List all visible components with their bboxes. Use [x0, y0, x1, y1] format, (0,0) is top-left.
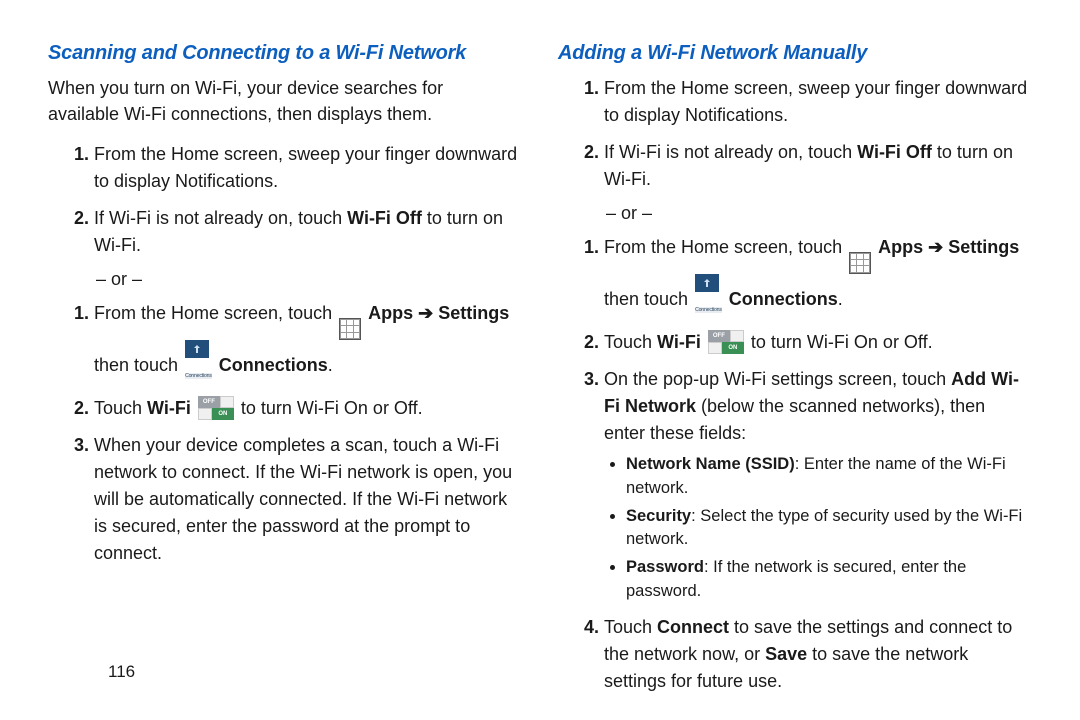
text: .: [838, 289, 843, 309]
step: If Wi-Fi is not already on, touch Wi-Fi …: [94, 205, 518, 259]
bold: Wi-Fi: [147, 398, 191, 418]
wifi-toggle-icon: OFF ON: [198, 396, 234, 420]
text: Touch: [604, 617, 657, 637]
toggle-on-label: ON: [212, 408, 234, 420]
arrow-icon: ➔: [928, 237, 943, 257]
connections-icon: Connections: [185, 340, 212, 385]
bold: Network Name (SSID): [626, 455, 795, 473]
text: If Wi-Fi is not already on, touch: [604, 142, 857, 162]
text: then touch: [604, 289, 693, 309]
connections-icon-label: Connections: [695, 307, 722, 313]
step: From the Home screen, touch Apps ➔ Setti…: [604, 234, 1028, 319]
heading-adding: Adding a Wi-Fi Network Manually: [558, 42, 1028, 65]
right-column: Adding a Wi-Fi Network Manually From the…: [538, 42, 1028, 705]
connections-icon: Connections: [695, 274, 722, 319]
bold: Connections: [219, 355, 328, 375]
bold: Wi-Fi: [657, 332, 701, 352]
left-steps-a: From the Home screen, sweep your finger …: [48, 141, 518, 259]
apps-grid-icon: [339, 306, 361, 340]
bold: Wi-Fi Off: [857, 142, 932, 162]
text: If Wi-Fi is not already on, touch: [94, 208, 347, 228]
step: Touch Wi-Fi OFF ON to turn Wi-Fi On or O…: [94, 395, 518, 422]
apps-grid-icon: [849, 240, 871, 274]
left-column: Scanning and Connecting to a Wi-Fi Netwo…: [48, 42, 538, 705]
bold: Wi-Fi Off: [347, 208, 422, 228]
text: From the Home screen, touch: [604, 237, 847, 257]
text: On the pop-up Wi-Fi settings screen, tou…: [604, 369, 951, 389]
page-number: 116: [108, 662, 135, 682]
step: From the Home screen, sweep your finger …: [604, 75, 1028, 129]
arrow-icon: ➔: [418, 303, 433, 323]
toggle-on-label: ON: [722, 342, 744, 354]
bold: Password: [626, 558, 704, 576]
right-steps-b: From the Home screen, touch Apps ➔ Setti…: [558, 234, 1028, 695]
step: Touch Wi-Fi OFF ON to turn Wi-Fi On or O…: [604, 329, 1028, 356]
step: Touch Connect to save the settings and c…: [604, 614, 1028, 695]
or-divider: – or –: [558, 203, 1028, 224]
step: When your device completes a scan, touch…: [94, 432, 518, 567]
bold: Apps: [878, 237, 923, 257]
step: From the Home screen, sweep your finger …: [94, 141, 518, 195]
step: On the pop-up Wi-Fi settings screen, tou…: [604, 366, 1028, 605]
step: If Wi-Fi is not already on, touch Wi-Fi …: [604, 139, 1028, 193]
toggle-off-label: OFF: [198, 396, 220, 408]
connections-icon-label: Connections: [185, 373, 212, 379]
text: to turn Wi-Fi On or Off.: [751, 332, 933, 352]
text: .: [328, 355, 333, 375]
toggle-off-label: OFF: [708, 330, 730, 342]
field-bullets: Network Name (SSID): Enter the name of t…: [604, 453, 1028, 605]
bold: Settings: [438, 303, 509, 323]
text: to turn Wi-Fi On or Off.: [241, 398, 423, 418]
step: From the Home screen, touch Apps ➔ Setti…: [94, 300, 518, 385]
bold: Connect: [657, 617, 729, 637]
or-divider: – or –: [48, 269, 518, 290]
bold: Connections: [729, 289, 838, 309]
right-steps-a: From the Home screen, sweep your finger …: [558, 75, 1028, 193]
text: Touch: [94, 398, 147, 418]
wifi-toggle-icon: OFF ON: [708, 330, 744, 354]
text: then touch: [94, 355, 183, 375]
bold: Security: [626, 507, 691, 525]
bullet: Security: Select the type of security us…: [626, 505, 1028, 553]
text: From the Home screen, touch: [94, 303, 337, 323]
page: Scanning and Connecting to a Wi-Fi Netwo…: [0, 0, 1080, 705]
bold: Apps: [368, 303, 413, 323]
left-steps-b: From the Home screen, touch Apps ➔ Setti…: [48, 300, 518, 567]
bold: Save: [765, 644, 807, 664]
heading-scanning: Scanning and Connecting to a Wi-Fi Netwo…: [48, 42, 518, 65]
text: Touch: [604, 332, 657, 352]
bullet: Network Name (SSID): Enter the name of t…: [626, 453, 1028, 501]
bold: Settings: [948, 237, 1019, 257]
intro-text: When you turn on Wi-Fi, your device sear…: [48, 75, 518, 127]
bullet: Password: If the network is secured, ent…: [626, 556, 1028, 604]
